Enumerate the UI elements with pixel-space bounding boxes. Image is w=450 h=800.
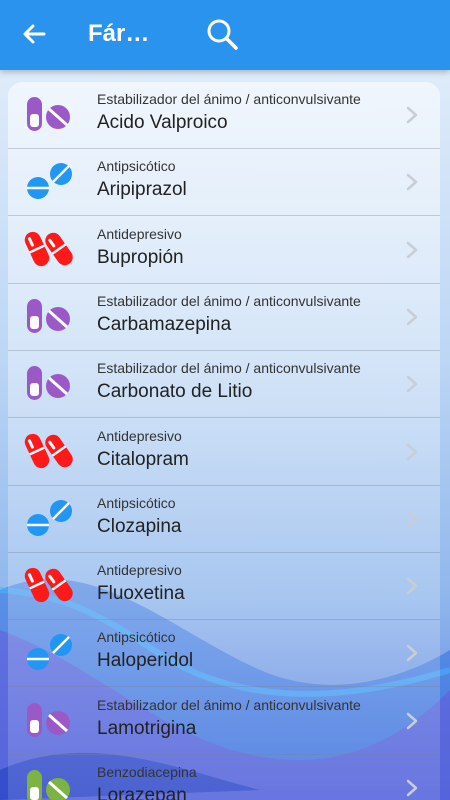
red-capsules-icon <box>24 431 74 471</box>
chevron-right-icon <box>404 576 420 596</box>
drug-name: Citalopram <box>97 448 189 470</box>
drug-category: Antipsicótico <box>97 158 176 175</box>
drug-category: Antipsicótico <box>97 629 176 646</box>
purple-pills-icon <box>24 700 74 740</box>
chevron-right-icon <box>404 778 420 798</box>
drug-name: Carbamazepina <box>97 313 232 335</box>
drug-name: Lamotrigina <box>97 717 197 739</box>
drug-category: Estabilizador del ánimo / anticonvulsiva… <box>97 696 361 713</box>
list-item[interactable]: Estabilizador del ánimo / anticonvulsiva… <box>8 284 440 351</box>
drug-category: Antidepresivo <box>97 427 182 444</box>
list-item[interactable]: Antipsicótico Aripiprazol <box>8 149 440 217</box>
purple-pills-icon <box>24 363 74 403</box>
list-item[interactable]: Antidepresivo Fluoxetina <box>8 553 440 621</box>
drug-name: Acido Valproico <box>97 112 228 133</box>
drug-category: Benzodiacepina <box>97 764 197 780</box>
green-pills-icon <box>24 767 74 800</box>
drug-name: Aripiprazol <box>97 179 187 201</box>
list-item[interactable]: Benzodiacepina Lorazepan <box>8 755 440 800</box>
list-item[interactable]: Antipsicótico Clozapina <box>8 486 440 553</box>
chevron-right-icon <box>404 307 420 327</box>
drug-category: Antidepresivo <box>97 225 182 242</box>
list-item[interactable]: Estabilizador del ánimo / anticonvulsiva… <box>8 82 440 149</box>
chevron-right-icon <box>404 240 420 260</box>
list-item[interactable]: Antidepresivo Citalopram <box>8 419 440 486</box>
app-bar: Fárm… <box>0 0 450 70</box>
purple-pills-icon <box>24 296 74 336</box>
list-item[interactable]: Estabilizador del ánimo / anticonvulsiva… <box>8 351 440 419</box>
blue-tablets-icon <box>24 161 74 201</box>
list-item[interactable]: Antipsicótico Haloperidol <box>8 620 440 688</box>
red-capsules-icon <box>24 229 74 269</box>
drug-name: Lorazepan <box>97 785 187 800</box>
red-capsules-icon <box>24 565 74 605</box>
drug-name: Fluoxetina <box>97 583 185 605</box>
drug-category: Estabilizador del ánimo / anticonvulsiva… <box>97 292 361 309</box>
chevron-right-icon <box>404 374 420 394</box>
chevron-right-icon <box>404 509 420 529</box>
chevron-right-icon <box>404 172 420 192</box>
drug-name: Bupropión <box>97 246 184 268</box>
arrow-left-icon[interactable] <box>18 18 50 50</box>
drug-category: Antipsicótico <box>97 494 176 511</box>
blue-tablets-icon <box>24 498 74 538</box>
drug-list: Estabilizador del ánimo / anticonvulsiva… <box>8 82 440 800</box>
list-item[interactable]: Estabilizador del ánimo / anticonvulsiva… <box>8 688 440 755</box>
search-icon[interactable] <box>204 16 240 52</box>
drug-category: Estabilizador del ánimo / anticonvulsiva… <box>97 360 361 377</box>
chevron-right-icon <box>404 105 420 125</box>
drug-name: Haloperidol <box>97 650 194 672</box>
chevron-right-icon <box>404 442 420 462</box>
chevron-right-icon <box>404 711 420 731</box>
list-item[interactable]: Antidepresivo Bupropión <box>8 217 440 284</box>
page-title: Fárm… <box>88 20 168 47</box>
purple-pills-icon <box>24 94 74 134</box>
blue-tablets-icon <box>24 632 74 672</box>
drug-category: Estabilizador del ánimo / anticonvulsiva… <box>97 91 361 107</box>
drug-name: Carbonato de Litio <box>97 381 253 403</box>
drug-name: Clozapina <box>97 515 182 537</box>
drug-category: Antidepresivo <box>97 562 182 579</box>
chevron-right-icon <box>404 643 420 663</box>
